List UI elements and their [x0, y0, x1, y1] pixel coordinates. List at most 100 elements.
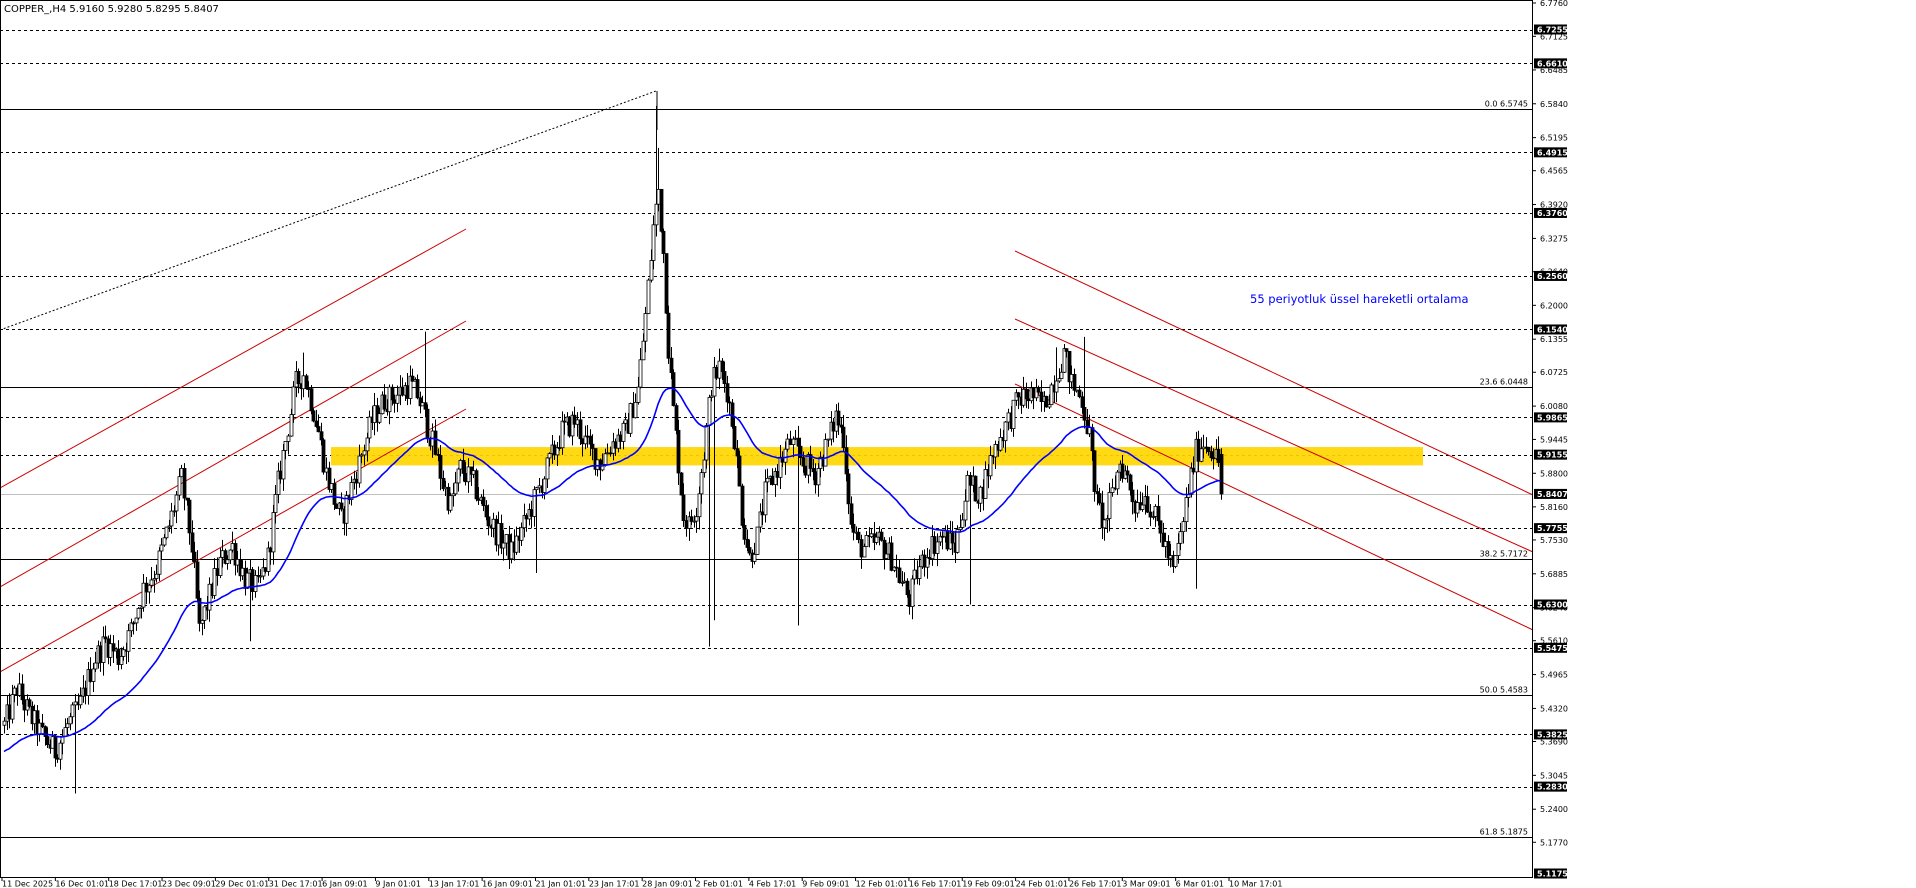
x-tick-label: 2 Feb 01:01	[696, 880, 743, 888]
candle-body	[717, 360, 722, 379]
x-tick-label: 9 Feb 09:01	[802, 880, 849, 888]
candle-body	[676, 429, 681, 474]
candle-body	[578, 419, 583, 440]
candle-body	[823, 439, 828, 467]
x-tick-label: 16 Feb 17:01	[909, 880, 961, 888]
candle-body	[116, 648, 121, 665]
candle-body	[727, 401, 732, 404]
candle-body	[659, 188, 664, 232]
candle-body	[864, 535, 869, 547]
candle-body	[405, 385, 410, 399]
x-tick-label: 9 Jan 01:01	[375, 880, 421, 888]
candle-body	[491, 518, 496, 529]
candle-body	[950, 532, 955, 544]
candle-body	[859, 539, 864, 558]
candle-body	[1158, 520, 1163, 534]
fib-level-label: 23.6 6.0448	[1480, 378, 1528, 387]
price-tag-label: 6.2560	[1537, 272, 1568, 281]
candle-body	[1110, 487, 1115, 493]
candle-body	[1216, 448, 1221, 463]
candle-body	[694, 516, 699, 522]
candle-body	[157, 550, 162, 575]
candle-body	[329, 483, 334, 490]
candle-body	[514, 535, 519, 553]
candle-body	[605, 452, 610, 455]
y-tick-label: 6.5840	[1540, 100, 1568, 109]
candle-body	[362, 450, 367, 456]
candle-body	[144, 582, 149, 593]
candle-body	[131, 622, 136, 625]
candle-body	[643, 313, 648, 342]
candle-body	[466, 466, 471, 483]
x-tick-label: 12 Feb 01:01	[856, 880, 908, 888]
candle-body	[955, 529, 960, 553]
price-tag-label: 5.7755	[1537, 524, 1568, 533]
symbol-header: COPPER_,H4 5.9160 5.9280 5.8295 5.8407	[4, 4, 219, 15]
x-tick-label: 23 Dec 09:01	[162, 880, 216, 888]
candle-body	[912, 569, 917, 580]
x-tick-label: 16 Dec 01:01	[55, 880, 109, 888]
candle-body	[225, 559, 230, 564]
candle-body	[874, 536, 879, 543]
candle-body	[704, 425, 709, 461]
candle-body	[641, 340, 646, 361]
candle-body	[552, 444, 557, 456]
candle-body	[147, 584, 152, 593]
price-tag-label: 5.9155	[1537, 451, 1568, 460]
price-tag-label: 5.1175	[1537, 870, 1568, 879]
candle-body	[735, 448, 740, 457]
candle-body	[509, 541, 514, 560]
x-tick-label: 3 Mar 09:01	[1122, 880, 1170, 888]
candle-body	[169, 510, 174, 527]
candle-body	[314, 420, 319, 427]
x-tick-label: 19 Feb 09:01	[962, 880, 1014, 888]
candle-body	[910, 578, 915, 607]
candle-body	[448, 495, 453, 511]
candle-body	[334, 504, 339, 509]
candle-body	[250, 569, 255, 592]
candle-body	[575, 419, 580, 425]
candle-body	[524, 515, 529, 520]
x-tick-label: 4 Feb 17:01	[749, 880, 796, 888]
candle-body	[474, 470, 479, 500]
candle-body	[572, 414, 577, 425]
x-tick-label: 10 Mar 17:01	[1229, 880, 1282, 888]
candle-body	[1024, 388, 1029, 400]
y-tick-label: 6.0725	[1540, 368, 1568, 377]
candle-body	[55, 757, 60, 760]
fib-level-label: 38.2 5.7172	[1480, 550, 1528, 559]
candle-body	[674, 405, 679, 431]
x-tick-label: 13 Jan 17:01	[429, 880, 480, 888]
y-tick-label: 6.7760	[1540, 0, 1568, 8]
candle-body	[661, 230, 666, 254]
y-tick-label: 5.4965	[1540, 671, 1568, 680]
candle-body	[291, 386, 296, 415]
candle-body	[732, 426, 737, 450]
candle-body	[22, 699, 27, 711]
candle-body	[486, 516, 491, 527]
candle-body	[580, 438, 585, 445]
candle-body	[699, 472, 704, 495]
candle-body	[1077, 389, 1082, 398]
price-chart: 0.0 6.5745 23.6 6.0448 38.2 5.7172 50.0 5.4…	[0, 0, 1916, 888]
candle-body	[664, 253, 669, 314]
candle-body	[1026, 398, 1031, 402]
candle-body	[993, 444, 998, 458]
price-tag-label: 5.2830	[1537, 783, 1568, 792]
fib-level-label: 50.0 5.4583	[1480, 686, 1528, 695]
x-tick-label: 16 Jan 09:01	[482, 880, 533, 888]
x-tick-label: 24 Feb 01:01	[1016, 880, 1068, 888]
candle-body	[988, 455, 993, 477]
candle-body	[283, 441, 288, 451]
candle-body	[149, 579, 154, 586]
candle-body	[316, 426, 321, 433]
candle-body	[1128, 474, 1133, 491]
candle-body	[458, 460, 463, 470]
candle-body	[273, 494, 278, 513]
candle-body	[286, 435, 291, 442]
time-axis: 11 Dec 2025 16 Dec 01:01 18 Dec 17:01 23 De…	[1, 877, 1282, 888]
candle-body	[73, 701, 78, 706]
candle-body	[456, 468, 461, 484]
price-tag-label: 5.8407	[1537, 490, 1568, 499]
ema-annotation: 55 periyotluk üssel hareketli ortalama	[1250, 292, 1469, 306]
